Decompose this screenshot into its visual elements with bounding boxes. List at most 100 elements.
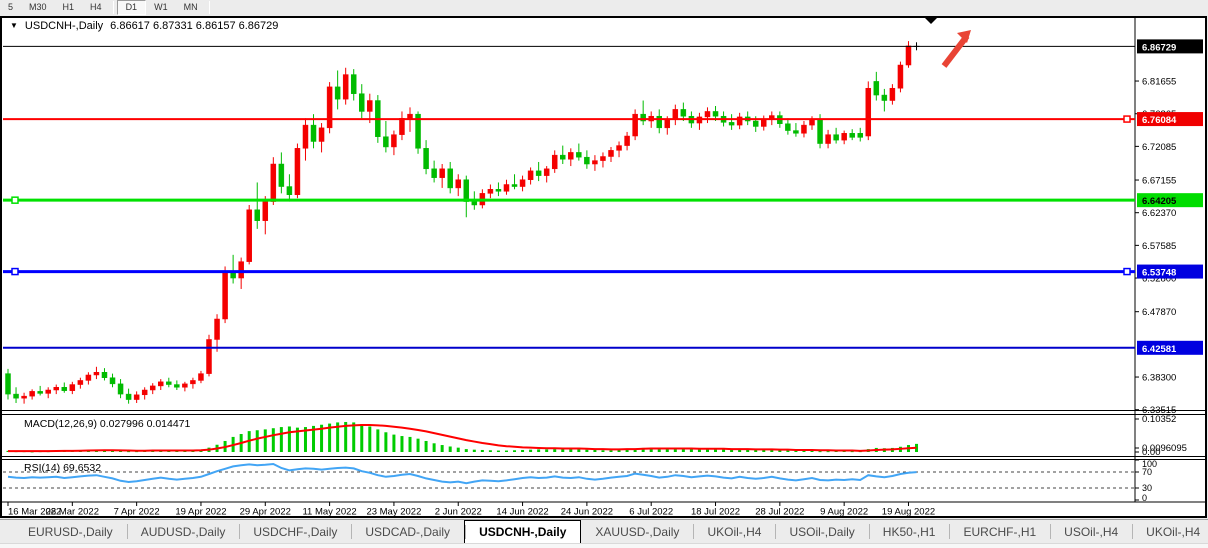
price-axis: 6.816556.768656.720856.671556.623706.575… (1135, 39, 1203, 416)
candle-body (496, 189, 501, 191)
candle-body (882, 95, 887, 100)
candle-body (78, 380, 83, 384)
candle-body (351, 75, 356, 94)
candle-body (793, 131, 798, 134)
hline-handle-right[interactable] (1124, 116, 1130, 122)
candle-body (657, 116, 662, 128)
triangle-marker-icon[interactable] (924, 17, 938, 24)
candle-body (713, 111, 718, 116)
date-axis-label: 23 May 2022 (366, 507, 421, 518)
date-axis-label: 18 Jul 2022 (691, 507, 740, 518)
rsi-axis-label: 0 (1142, 493, 1147, 503)
rsi-label: RSI(14) 69.6532 (24, 462, 101, 474)
macd-histogram-bar (280, 427, 283, 452)
rsi-pane (3, 464, 1135, 488)
candle-body (247, 210, 252, 262)
candle-body (383, 137, 388, 147)
candle-body (874, 81, 879, 95)
macd-histogram-bar (513, 450, 516, 452)
candle-body (464, 180, 469, 202)
candle-body (343, 75, 348, 100)
candle-body (552, 155, 557, 169)
price-badge-text: 6.42581 (1142, 344, 1177, 355)
macd-histogram-bar (610, 450, 613, 452)
candle-body (110, 378, 115, 384)
rsi-axis-label: 30 (1142, 483, 1152, 493)
candle-body (335, 87, 340, 99)
macd-histogram-bar (425, 441, 428, 452)
candle-body (239, 262, 244, 278)
trend-arrow-shaft (944, 36, 967, 66)
candle-body (801, 125, 806, 133)
macd-axis-label: 0.10352 (1142, 414, 1176, 425)
candle-body (504, 185, 509, 192)
chart-collapse-triangle-icon[interactable]: ▼ (10, 21, 18, 30)
macd-axis-label: 0.0096095 (1142, 443, 1187, 454)
candle-body (834, 135, 839, 140)
macd-histogram-bar (505, 451, 508, 452)
candle-body (190, 380, 195, 383)
price-badge-text: 6.76084 (1142, 115, 1177, 126)
macd-histogram-bar (368, 426, 371, 452)
macd-histogram-bar (457, 448, 460, 452)
candle-body (6, 374, 11, 394)
price-badge-6.86729: 6.86729 (1137, 39, 1203, 53)
macd-histogram-bar (802, 451, 805, 452)
price-axis-label: 6.81655 (1142, 77, 1176, 88)
candle-body (456, 180, 461, 188)
candle-body (826, 135, 831, 144)
candle-body (544, 169, 549, 176)
hline-handle-right[interactable] (1124, 269, 1130, 275)
candle-body (327, 87, 332, 128)
candle-body (46, 390, 51, 393)
trend-arrow-annotation[interactable] (944, 30, 971, 66)
price-axis-label: 6.47870 (1142, 307, 1176, 318)
price-axis-label: 6.72085 (1142, 142, 1176, 153)
candle-body (753, 121, 758, 126)
candlestick-series (6, 41, 920, 404)
date-axis-label: 24 Jun 2022 (561, 507, 613, 518)
candle-body (311, 125, 316, 141)
macd-histogram-bar (481, 450, 484, 452)
candle-body (408, 114, 413, 118)
candle-body (424, 148, 429, 168)
candle-body (560, 155, 565, 159)
macd-histogram-bar (593, 450, 596, 452)
macd-histogram-bar (384, 432, 387, 452)
macd-histogram-bar (392, 435, 395, 452)
candle-body (665, 120, 670, 128)
price-badge-text: 6.86729 (1142, 42, 1176, 53)
candle-body (890, 88, 895, 100)
candle-body (432, 169, 437, 178)
candle-body (858, 133, 863, 137)
macd-histogram-bar (360, 424, 363, 452)
price-badge-6.53748: 6.53748 (1137, 265, 1203, 279)
candle-body (488, 189, 493, 193)
candle-body (576, 152, 581, 157)
candle-body (528, 171, 533, 180)
chart-symbol-title: USDCNH-,Daily (25, 20, 103, 32)
candle-body (906, 46, 911, 65)
macd-histogram-bar (352, 422, 355, 452)
date-axis-label: 7 Apr 2022 (114, 507, 160, 518)
macd-histogram-bar (529, 450, 532, 452)
macd-histogram-bar (553, 449, 556, 452)
price-badge-text: 6.64205 (1142, 196, 1177, 207)
date-axis-label: 29 Apr 2022 (240, 507, 291, 518)
rsi-line (8, 464, 917, 483)
candle-body (134, 395, 139, 400)
hline-handle-left[interactable] (12, 269, 18, 275)
price-badge-6.76084: 6.76084 (1137, 112, 1203, 126)
candle-body (174, 385, 179, 388)
chart-canvas: MACD(12,26,9) 0.027996 0.014471RSI(14) 6… (0, 0, 1208, 548)
candle-body (568, 152, 573, 159)
macd-histogram-bar (473, 450, 476, 452)
candle-body (472, 202, 477, 205)
date-axis-label: 28 Jul 2022 (755, 507, 804, 518)
candle-body (223, 271, 228, 319)
macd-histogram-bar (441, 445, 444, 452)
candle-body (158, 382, 163, 386)
hline-handle-left[interactable] (12, 197, 18, 203)
candle-body (536, 171, 541, 176)
candle-body (399, 118, 404, 134)
